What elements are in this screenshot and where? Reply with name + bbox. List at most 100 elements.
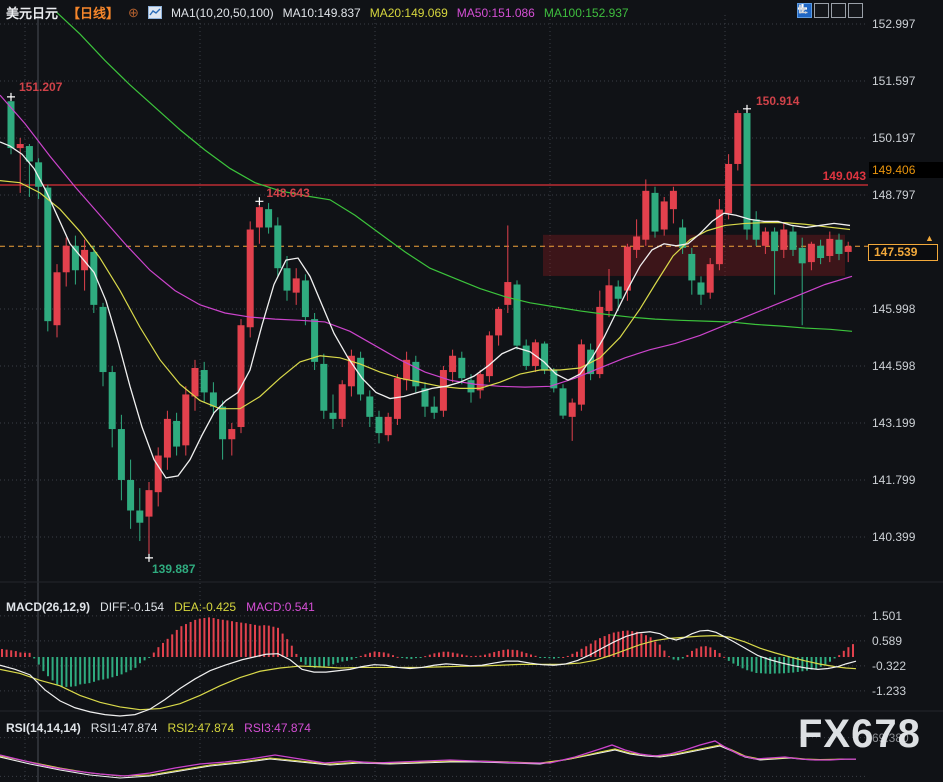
y-axis-tick: 143.199 xyxy=(872,416,915,430)
candle xyxy=(265,209,272,227)
candle xyxy=(81,250,88,270)
high-marker-icon xyxy=(743,105,751,113)
fx678-watermark: FX678 xyxy=(798,712,921,757)
candle xyxy=(734,113,741,164)
candle xyxy=(146,490,153,516)
candle xyxy=(642,191,649,240)
y-axis-tick: 150.197 xyxy=(872,131,915,145)
axis-scale-button[interactable] xyxy=(814,3,829,18)
y-axis-tick: -1.233 xyxy=(872,684,906,698)
candle xyxy=(569,403,576,417)
price-annotation: 139.887 xyxy=(152,562,195,576)
candle xyxy=(762,232,769,246)
candle xyxy=(192,368,199,397)
candle xyxy=(826,239,833,256)
candle xyxy=(541,344,548,370)
macd-title: MACD(26,12,9) xyxy=(6,600,90,614)
y-axis-tick: 148.797 xyxy=(872,188,915,202)
price-annotation: 150.914 xyxy=(756,94,799,108)
candle xyxy=(228,429,235,439)
chart-type-icon[interactable] xyxy=(148,6,162,19)
rsi2-value: RSI2:47.874 xyxy=(167,721,234,735)
candle xyxy=(376,417,383,433)
macd-dea-value: DEA:-0.425 xyxy=(174,600,236,614)
candle xyxy=(247,230,254,328)
rsi-header: RSI(14,14,14) RSI1:47.874 RSI2:47.874 RS… xyxy=(6,721,311,735)
candle xyxy=(366,396,373,416)
candle xyxy=(17,144,24,148)
chart-header: 美元日元 【日线】 ⊕ MA1(10,20,50,100) MA10:149.8… xyxy=(6,3,629,22)
candle xyxy=(780,230,787,250)
candle xyxy=(431,407,438,413)
macd-histogram xyxy=(1,617,854,687)
ma50-value: MA50:151.086 xyxy=(457,6,535,20)
trading-chart-window: 美元日元 【日线】 ⊕ MA1(10,20,50,100) MA10:149.8… xyxy=(0,0,943,782)
candle xyxy=(615,287,622,299)
candle xyxy=(320,364,327,411)
candle xyxy=(412,362,419,386)
auto-scroll-button[interactable] xyxy=(831,3,846,18)
candle xyxy=(238,325,245,427)
symbol-name: 美元日元 xyxy=(6,3,58,22)
ma-settings-label: MA1(10,20,50,100) xyxy=(171,6,274,20)
ma20-value: MA20:149.069 xyxy=(370,6,448,20)
candle xyxy=(339,384,346,419)
ma10-value: MA10:149.837 xyxy=(283,6,361,20)
candle xyxy=(35,162,42,186)
candle xyxy=(302,280,309,317)
candle xyxy=(173,421,180,447)
ma100-value: MA100:152.937 xyxy=(544,6,629,20)
y-axis-tick: 1.501 xyxy=(872,609,902,623)
shift-right-button[interactable] xyxy=(848,3,863,18)
rsi3-line xyxy=(0,741,856,776)
candle xyxy=(468,380,475,392)
candle xyxy=(504,282,511,305)
candle xyxy=(836,240,843,254)
candle xyxy=(155,456,162,493)
candle xyxy=(845,246,852,252)
timeframe-label[interactable]: 【日线】 xyxy=(67,3,119,22)
candle xyxy=(274,225,281,268)
candle xyxy=(127,480,134,511)
y-axis-tick: 0.589 xyxy=(872,634,902,648)
candle xyxy=(790,232,797,250)
price-annotation: 151.207 xyxy=(19,80,62,94)
candle xyxy=(311,319,318,362)
candle xyxy=(725,164,732,213)
y-axis-tick: 152.997 xyxy=(872,17,915,31)
candle xyxy=(514,284,521,345)
y-axis-tick: 151.597 xyxy=(872,74,915,88)
candle xyxy=(394,378,401,419)
candle xyxy=(606,285,613,311)
candle xyxy=(100,307,107,372)
high-marker-icon xyxy=(255,197,263,205)
candle xyxy=(560,388,567,415)
candle xyxy=(109,372,116,429)
macd-diff-line xyxy=(0,630,856,716)
candle xyxy=(54,272,61,325)
candle xyxy=(440,370,447,411)
candle xyxy=(523,346,530,366)
macd-diff-value: DIFF:-0.154 xyxy=(100,600,164,614)
candle xyxy=(385,417,392,435)
add-indicator-icon[interactable]: ⊕ xyxy=(128,5,139,21)
ma100-line xyxy=(56,12,852,332)
candle xyxy=(633,236,640,249)
candle xyxy=(256,207,263,227)
candle xyxy=(284,268,291,290)
candle xyxy=(458,358,465,378)
candle xyxy=(486,335,493,376)
ma10-line xyxy=(0,142,850,478)
candle xyxy=(63,246,70,272)
candle xyxy=(652,193,659,232)
candle xyxy=(330,413,337,419)
chart-canvas[interactable] xyxy=(0,0,943,782)
candle xyxy=(817,246,824,258)
candle xyxy=(670,191,677,209)
candle xyxy=(495,309,502,335)
candle xyxy=(136,511,143,523)
candle xyxy=(219,407,226,440)
candle xyxy=(771,232,778,252)
y-axis-tick: -0.322 xyxy=(872,659,906,673)
candle xyxy=(164,419,171,458)
